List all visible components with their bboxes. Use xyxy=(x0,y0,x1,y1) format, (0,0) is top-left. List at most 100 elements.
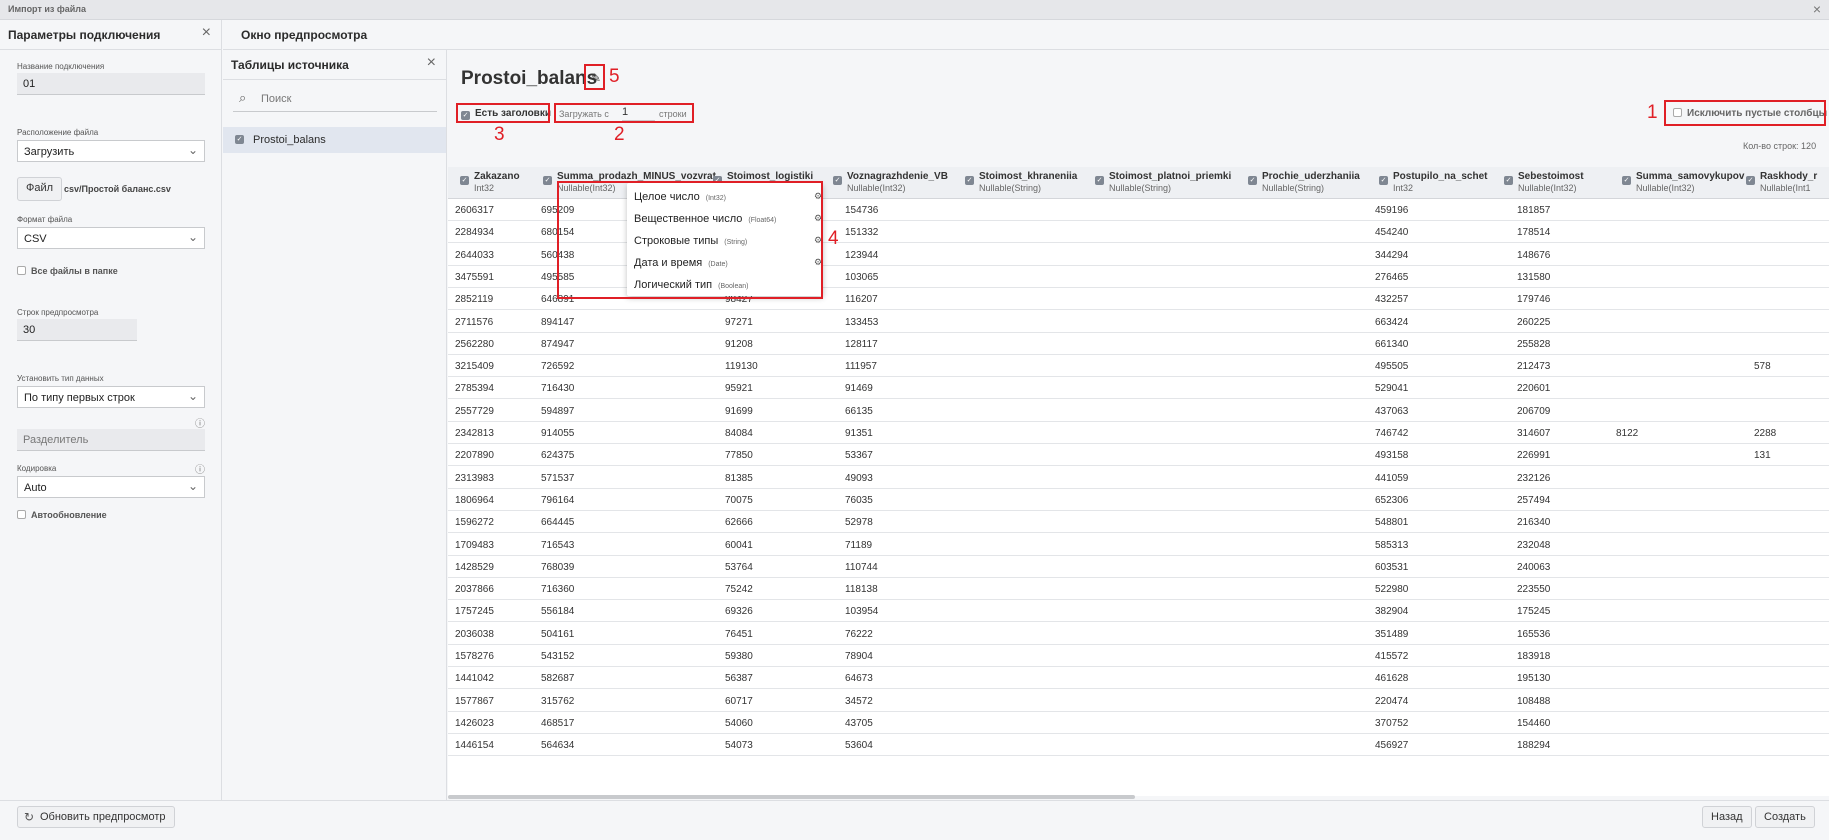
column-header[interactable]: ✓ Voznagrazhdenie_VB Nullable(Int32) xyxy=(833,171,948,193)
table-cell: 181857 xyxy=(1517,205,1551,216)
checkbox-icon[interactable]: ✓ xyxy=(833,176,842,185)
file-loc-label: Расположение файла xyxy=(17,128,99,137)
table-cell: 543152 xyxy=(541,651,575,662)
autoupdate-checkbox[interactable]: Автообновление xyxy=(17,510,107,520)
close-icon[interactable]: × xyxy=(202,24,211,42)
annotation-box-3 xyxy=(456,103,550,123)
table-cell: 746742 xyxy=(1375,428,1409,439)
column-header[interactable]: ✓ Zakazano Int32 xyxy=(460,171,520,193)
checkbox-icon[interactable]: ✓ xyxy=(1379,176,1388,185)
checkbox-icon[interactable]: ✓ xyxy=(1746,176,1755,185)
import-dialog: Импорт из файла × Параметры подключения … xyxy=(0,0,1829,840)
table-cell: 1806964 xyxy=(455,494,494,506)
table-cell: 111957 xyxy=(845,361,877,373)
table-cell: 370752 xyxy=(1375,717,1409,729)
column-header[interactable]: ✓ Prochie_uderzhaniia Nullable(String) xyxy=(1248,171,1360,193)
checkbox-icon[interactable]: ✓ xyxy=(1248,176,1257,185)
annotation-number-1: 1 xyxy=(1647,102,1658,123)
column-name: Stoimost_khraneniia xyxy=(979,171,1078,182)
horizontal-scrollbar[interactable] xyxy=(448,795,1135,799)
table-cell: 2342813 xyxy=(455,428,494,439)
column-type[interactable]: Nullable(Int32) xyxy=(1518,183,1584,193)
column-header[interactable]: ✓ Stoimost_platnoi_priemki Nullable(String… xyxy=(1095,171,1231,193)
autoupdate-label: Автообновление xyxy=(31,510,107,520)
table-cell: 663424 xyxy=(1375,316,1409,328)
search-input[interactable]: ⌕ Поиск xyxy=(233,88,437,112)
close-icon[interactable]: × xyxy=(1813,1,1821,17)
column-type[interactable]: Nullable(Int1 xyxy=(1760,183,1817,193)
window-titlebar: Импорт из файла × xyxy=(0,0,1829,20)
column-type[interactable]: Nullable(String) xyxy=(1262,183,1360,193)
table-cell: 62666 xyxy=(725,517,753,529)
column-name: Prochie_uderzhaniia xyxy=(1262,171,1360,182)
table-cell: 1446154 xyxy=(455,740,494,752)
file-loc-value: Загрузить xyxy=(24,146,75,158)
table-cell: 53764 xyxy=(725,561,753,573)
column-type[interactable]: Int32 xyxy=(1393,183,1487,193)
table-cell: 571537 xyxy=(541,472,575,484)
file-button[interactable]: Файл xyxy=(17,177,63,201)
dtype-value: По типу первых строк xyxy=(24,392,135,404)
column-header[interactable]: ✓ Raskhody_r Nullable(Int1 xyxy=(1746,171,1817,193)
column-name: Zakazano xyxy=(474,171,520,182)
table-cell: 91699 xyxy=(725,405,753,417)
table-cell: 91208 xyxy=(725,338,753,350)
table-cell: 1757245 xyxy=(455,606,494,618)
source-table-item[interactable]: ✓ Prostoi_balans xyxy=(223,127,446,153)
table-cell: 81385 xyxy=(725,472,753,484)
table-cell: 493158 xyxy=(1375,450,1409,462)
table-cell: 226991 xyxy=(1517,450,1551,462)
chevron-down-icon: ⌄ xyxy=(187,230,198,244)
conn-name-input[interactable]: 01 xyxy=(17,73,205,95)
table-cell: 175245 xyxy=(1517,606,1551,618)
table-cell: 95921 xyxy=(725,383,753,395)
table-cell: 344294 xyxy=(1375,249,1409,261)
encoding-select[interactable]: Auto ⌄ xyxy=(17,476,205,498)
table-cell: 49093 xyxy=(845,472,873,484)
table-row: 2313983 571537 81385 49093 441059 232126 xyxy=(448,467,1829,489)
table-cell: 2036038 xyxy=(455,628,494,640)
file-name: csv/Простой баланс.csv xyxy=(64,184,171,194)
column-header[interactable]: ✓ Postupilo_na_schet Int32 xyxy=(1379,171,1487,193)
table-cell: 70075 xyxy=(725,494,753,506)
table-cell: 133453 xyxy=(845,316,879,328)
table-cell: 1441042 xyxy=(455,673,494,685)
table-cell: 582687 xyxy=(541,673,575,685)
table-cell: 2606317 xyxy=(455,205,494,216)
checkbox-icon[interactable]: ✓ xyxy=(543,176,552,185)
column-type[interactable]: Nullable(Int32) xyxy=(1636,183,1744,193)
checkbox-icon[interactable]: ✓ xyxy=(1504,176,1513,185)
column-header[interactable]: ✓ Sebestoimost Nullable(Int32) xyxy=(1504,171,1584,193)
refresh-preview-button[interactable]: ↻ Обновить предпросмотр xyxy=(17,806,175,828)
annotation-number-4: 4 xyxy=(828,228,839,249)
checkbox-icon[interactable]: ✓ xyxy=(460,176,469,185)
table-cell: 255828 xyxy=(1517,338,1551,350)
column-type[interactable]: Nullable(String) xyxy=(979,183,1077,193)
table-cell: 522980 xyxy=(1375,584,1409,596)
column-type[interactable]: Nullable(Int32) xyxy=(847,183,948,193)
close-icon[interactable]: × xyxy=(427,54,436,72)
column-type[interactable]: Int32 xyxy=(474,183,520,193)
checkbox-icon[interactable]: ✓ xyxy=(1095,176,1104,185)
checkbox-icon[interactable]: ✓ xyxy=(1622,176,1631,185)
encoding-value: Auto xyxy=(24,482,47,494)
column-header[interactable]: ✓ Stoimost_khraneniia Nullable(String) xyxy=(965,171,1078,193)
checkbox-icon[interactable]: ✓ xyxy=(965,176,974,185)
checkbox-icon[interactable]: ✓ xyxy=(235,135,244,144)
table-cell: 1709483 xyxy=(455,539,494,551)
delimiter-input[interactable]: Разделитель xyxy=(17,429,205,451)
column-header[interactable]: ✓ Summa_samovykupov Nullable(Int32) xyxy=(1622,171,1744,193)
info-icon[interactable]: ⓘ xyxy=(195,415,205,430)
back-button[interactable]: Назад xyxy=(1702,806,1752,828)
create-button[interactable]: Создать xyxy=(1755,806,1815,828)
refresh-label: Обновить предпросмотр xyxy=(40,811,166,823)
file-loc-select[interactable]: Загрузить ⌄ xyxy=(17,140,205,162)
info-icon[interactable]: ⓘ xyxy=(195,461,205,476)
dtype-select[interactable]: По типу первых строк ⌄ xyxy=(17,386,205,408)
column-type[interactable]: Nullable(String) xyxy=(1109,183,1231,193)
all-files-checkbox[interactable]: Все файлы в папке xyxy=(17,266,118,276)
preview-rows-input[interactable]: 30 xyxy=(17,319,137,341)
table-cell: 2852119 xyxy=(455,294,494,306)
format-select[interactable]: CSV ⌄ xyxy=(17,227,205,249)
source-panel-header: Таблицы источника × xyxy=(223,50,446,80)
